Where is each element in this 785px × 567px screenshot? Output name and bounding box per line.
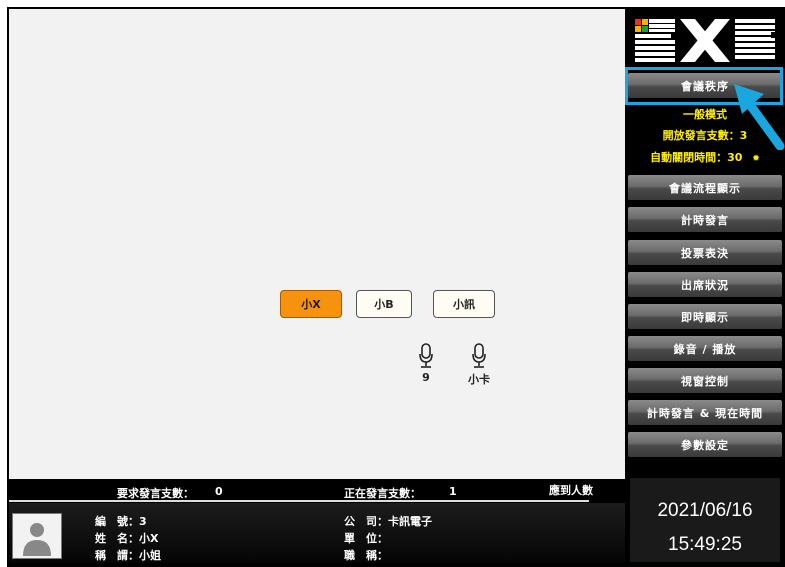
speech-status-bar: 要求發言支數： 0 正在發言支數： 1 應到人數 [9,479,625,501]
field-label: 公 司： [344,515,388,528]
person-silhouette-icon [13,514,61,558]
field-label: 稱 謂： [95,549,139,562]
menu-voting[interactable]: 投票表決 [628,240,782,265]
request-count-label: 要求發言支數： [117,487,194,500]
delegate-id: 編 號：3 [95,513,147,529]
microphone-icon [472,343,486,368]
menu-label: 會議流程顯示 [669,181,741,195]
seat-label: 小X [301,298,321,311]
field-label: 編 號： [95,515,139,528]
sun-icon: ✹ [752,154,760,164]
menu-attendance[interactable]: 出席狀況 [628,272,782,297]
delegate-info-panel: 編 號：3 姓 名：小X 稱 謂：小姐 公 司：卡訊電子 單 位： 職 稱： [9,503,625,563]
delegate-position: 職 稱： [344,547,388,563]
seat-label: 小訊 [453,298,475,311]
menu-label: 投票表決 [681,246,729,260]
bxb-logo [635,19,775,62]
menu-label: 計時發言 [681,213,729,227]
menu-live-display[interactable]: 即時顯示 [628,304,782,329]
menu-window-control[interactable]: 視窗控制 [628,368,782,393]
auto-close-text: 自動關閉時間：30 [650,151,743,164]
menu-meeting-flow[interactable]: 會議流程顯示 [628,175,782,200]
delegate-title: 稱 謂：小姐 [95,547,161,563]
menu-timed-speech-and-clock[interactable]: 計時發言 & 現在時間 [628,400,782,425]
speaking-count-label: 正在發言支數： [344,487,421,500]
divider [9,500,589,502]
menu-label: 參數設定 [681,438,729,452]
seat-label: 小B [374,298,394,311]
menu-label: 計時發言 & 現在時間 [646,406,764,420]
menu-parameter-settings[interactable]: 參數設定 [628,432,782,457]
menu-label: 視窗控制 [681,374,729,388]
mic-unit-9[interactable]: 9 [411,343,441,384]
seat-button-xiao-x[interactable]: 小X [280,290,342,318]
mic-unit-xiao-ka[interactable]: 小卡 [464,343,494,387]
field-value: 小姐 [139,549,161,562]
menu-record-playback[interactable]: 錄音 / 播放 [628,336,782,361]
delegate-name: 姓 名：小X [95,530,158,546]
field-value: 3 [139,515,147,528]
current-time: 15:49:25 [668,534,742,555]
mic-label: 9 [422,371,430,384]
menu-label: 出席狀況 [681,278,729,292]
attendance-label: 應到人數 [549,484,593,497]
request-count-value: 0 [215,485,223,498]
field-value: 小X [139,532,159,545]
clock-display: 2021/06/16 15:49:25 [630,478,780,562]
field-label: 姓 名： [95,532,139,545]
field-label: 單 位： [344,532,388,545]
menu-label: 錄音 / 播放 [673,342,737,356]
mic-label: 小卡 [468,373,490,386]
pointer-arrow-icon [734,84,785,150]
field-value: 卡訊電子 [388,515,432,528]
avatar [12,513,62,559]
microphone-icon [419,343,433,368]
current-date: 2021/06/16 [657,500,753,521]
field-label: 職 稱： [344,549,388,562]
seat-map-area: 小X 小B 小訊 9 小卡 [9,9,625,479]
menu-timed-speech[interactable]: 計時發言 [628,207,782,232]
delegate-unit: 單 位： [344,530,388,546]
menu-label: 即時顯示 [681,310,729,324]
seat-button-xiao-xun[interactable]: 小訊 [433,290,495,318]
speaking-count-value: 1 [449,485,457,498]
delegate-company: 公 司：卡訊電子 [344,513,432,529]
auto-close-row: 自動關閉時間：30 ✹ [625,149,785,165]
seat-button-xiao-b[interactable]: 小B [356,290,412,318]
